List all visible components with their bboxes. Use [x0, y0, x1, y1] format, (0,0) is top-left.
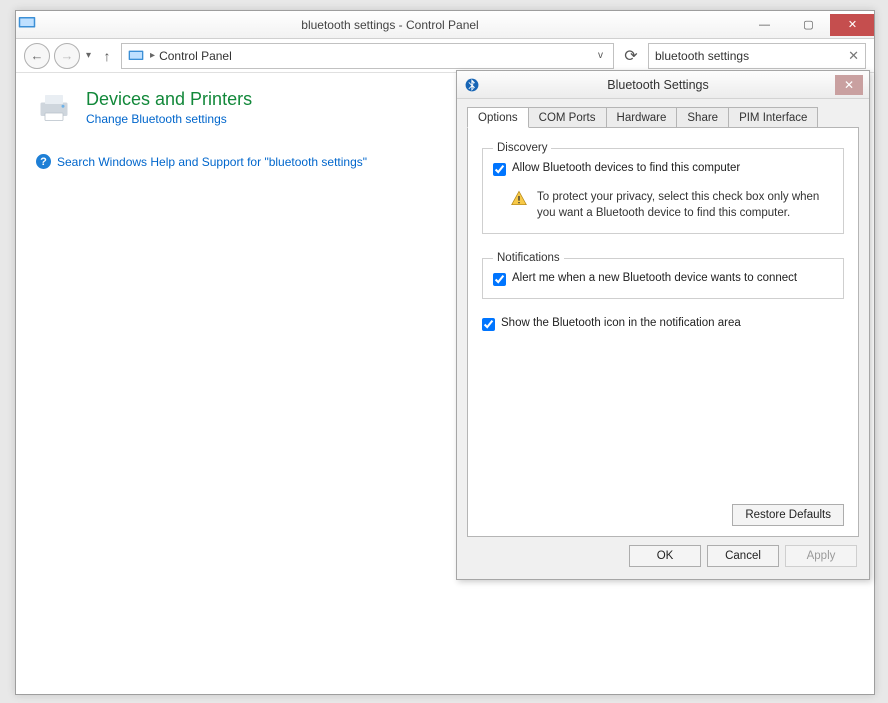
tab-options[interactable]: Options [467, 107, 529, 128]
search-box[interactable]: bluetooth settings ✕ [648, 43, 866, 69]
restore-defaults-button[interactable]: Restore Defaults [732, 504, 844, 526]
breadcrumb-separator-icon: ▸ [146, 50, 159, 61]
discovery-warning: To protect your privacy, select this che… [511, 190, 831, 221]
tab-pim[interactable]: PIM Interface [728, 107, 818, 127]
forward-button[interactable]: → [54, 43, 80, 69]
tab-share[interactable]: Share [676, 107, 729, 127]
cancel-button[interactable]: Cancel [707, 545, 779, 567]
apply-button[interactable]: Apply [785, 545, 857, 567]
breadcrumb-root[interactable]: Control Panel [159, 49, 232, 63]
discovery-legend: Discovery [493, 142, 551, 154]
alert-new-device-label: Alert me when a new Bluetooth device wan… [512, 272, 797, 284]
refresh-button[interactable]: ⟳ [618, 43, 644, 69]
minimize-button[interactable]: — [742, 14, 786, 36]
address-bar: ← → ▾ ↑ ▸ Control Panel v ⟳ bluetooth se… [16, 39, 874, 73]
window-buttons: — ▢ ✕ [742, 14, 874, 36]
notifications-group: Notifications Alert me when a new Blueto… [482, 252, 844, 299]
dialog-title: Bluetooth Settings [481, 78, 835, 92]
dialog-close-button[interactable]: ✕ [835, 75, 863, 95]
show-tray-icon-row[interactable]: Show the Bluetooth icon in the notificat… [482, 317, 844, 331]
address-control-panel-icon [126, 49, 146, 63]
dialog-titlebar: Bluetooth Settings ✕ [457, 71, 869, 99]
alert-new-device-checkbox[interactable] [493, 273, 506, 286]
tab-page-options: Discovery Allow Bluetooth devices to fin… [467, 127, 859, 537]
ok-button[interactable]: OK [629, 545, 701, 567]
devices-and-printers-icon [36, 89, 72, 130]
tab-hardware[interactable]: Hardware [606, 107, 678, 127]
result-heading[interactable]: Devices and Printers [86, 89, 252, 110]
allow-discovery-row[interactable]: Allow Bluetooth devices to find this com… [493, 162, 833, 176]
discovery-warning-text: To protect your privacy, select this che… [537, 190, 831, 221]
discovery-group: Discovery Allow Bluetooth devices to fin… [482, 142, 844, 234]
alert-new-device-row[interactable]: Alert me when a new Bluetooth device wan… [493, 272, 833, 286]
back-button[interactable]: ← [24, 43, 50, 69]
dialog-buttons: OK Cancel Apply [457, 545, 869, 577]
window-title: bluetooth settings - Control Panel [38, 18, 742, 32]
maximize-button[interactable]: ▢ [786, 14, 830, 36]
address-field[interactable]: ▸ Control Panel v [121, 43, 614, 69]
bluetooth-icon [463, 78, 481, 92]
show-tray-icon-label: Show the Bluetooth icon in the notificat… [501, 317, 741, 329]
allow-discovery-checkbox[interactable] [493, 163, 506, 176]
allow-discovery-label: Allow Bluetooth devices to find this com… [512, 162, 740, 174]
close-button[interactable]: ✕ [830, 14, 874, 36]
window-titlebar: bluetooth settings - Control Panel — ▢ ✕ [16, 11, 874, 39]
clear-search-icon[interactable]: ✕ [848, 48, 859, 64]
help-icon: ? [36, 154, 51, 169]
show-tray-icon-checkbox[interactable] [482, 318, 495, 331]
history-dropdown-icon[interactable]: ▾ [84, 50, 93, 61]
result-sublink[interactable]: Change Bluetooth settings [86, 112, 252, 126]
bluetooth-settings-dialog: Bluetooth Settings ✕ Options COM Ports H… [456, 70, 870, 580]
address-dropdown-icon[interactable]: v [592, 50, 609, 61]
warning-icon [511, 190, 527, 221]
dialog-tabs: Options COM Ports Hardware Share PIM Int… [457, 99, 869, 127]
search-input[interactable]: bluetooth settings [655, 49, 749, 63]
help-link-text: Search Windows Help and Support for "blu… [57, 155, 367, 169]
up-button[interactable]: ↑ [97, 48, 117, 64]
notifications-legend: Notifications [493, 252, 564, 264]
control-panel-icon [16, 16, 38, 33]
tab-comports[interactable]: COM Ports [528, 107, 607, 127]
